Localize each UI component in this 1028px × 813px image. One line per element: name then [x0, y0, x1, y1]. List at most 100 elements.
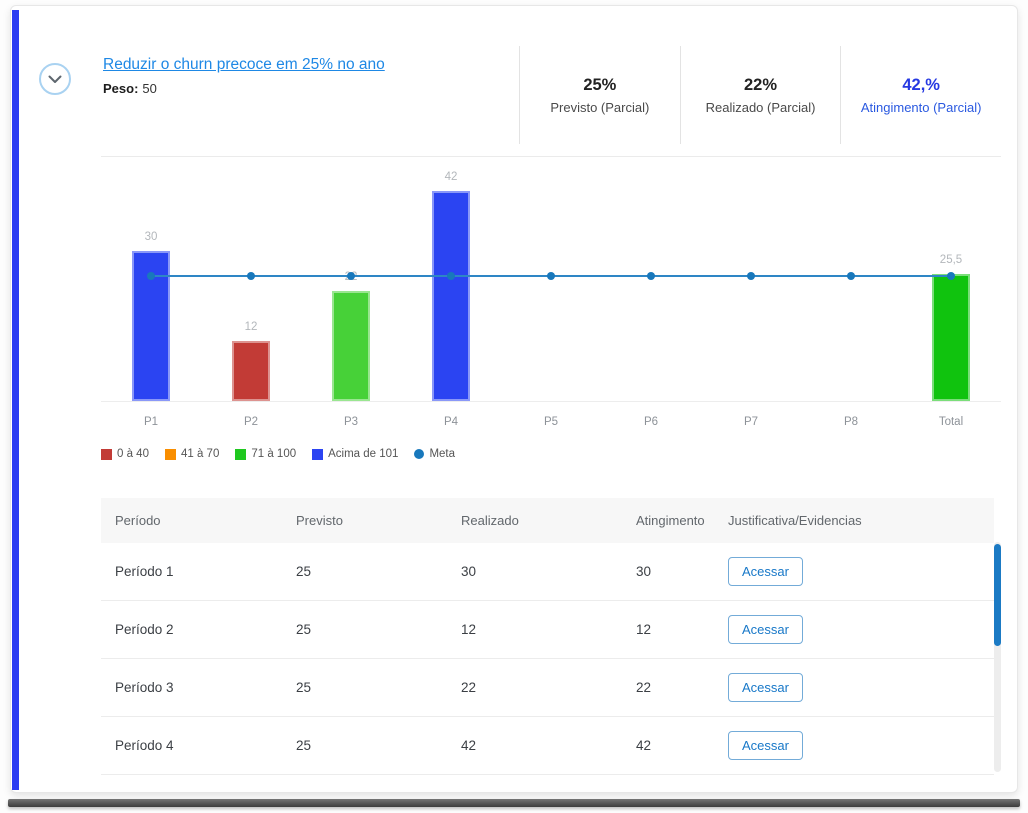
table-cell: 22: [447, 680, 622, 695]
chart-slot: [701, 166, 801, 401]
weight-value: 50: [142, 81, 156, 96]
chart-bar: [232, 341, 270, 401]
legend-label: 71 à 100: [251, 448, 296, 460]
column-header-atingimento: Atingimento: [622, 513, 714, 528]
table-cell: Período 1: [101, 564, 282, 579]
legend-item: 71 à 100: [235, 448, 296, 460]
table-cell: 25: [282, 738, 447, 753]
chart-bar: [432, 191, 470, 401]
meta-point: [747, 272, 755, 280]
table-cell: 30: [447, 564, 622, 579]
legend-item: Acima de 101: [312, 448, 398, 460]
bar-value-label: 30: [101, 231, 201, 243]
chart-legend: 0 à 40 41 à 70 71 à 100 Acima de 101 Meta: [101, 448, 455, 460]
meta-point: [547, 272, 555, 280]
table-cell: 12: [622, 622, 714, 637]
acessar-button[interactable]: Acessar: [728, 557, 803, 586]
window-bottom-edge: [8, 799, 1020, 807]
meta-point: [147, 272, 155, 280]
table-cell: 25: [282, 564, 447, 579]
chart-slot: [601, 166, 701, 401]
chart-slot: 25,5: [901, 166, 1001, 401]
table-row: Período 4254242Acessar: [101, 716, 994, 774]
legend-item: 0 à 40: [101, 448, 149, 460]
chart-slot: 30: [101, 166, 201, 401]
table-cell-action: Acessar: [714, 557, 994, 586]
table-cell-action: Acessar: [714, 673, 994, 702]
table-row: Período 3252222Acessar: [101, 658, 994, 716]
chart-category-label: P6: [601, 402, 701, 438]
goal-header: Reduzir o churn precoce em 25% no ano Pe…: [103, 56, 385, 96]
stat-realizado: 22% Realizado (Parcial): [680, 46, 841, 144]
table-cell: Período 4: [101, 738, 282, 753]
acessar-button[interactable]: Acessar: [728, 673, 803, 702]
table-cell: 42: [447, 738, 622, 753]
chart-category-label: P1: [101, 402, 201, 438]
stat-atingimento-label: Atingimento (Parcial): [861, 100, 982, 115]
table-cell-action: Acessar: [714, 615, 994, 644]
bar-value-label: 42: [401, 171, 501, 183]
table-cell: 25: [282, 680, 447, 695]
collapse-toggle-button[interactable]: [39, 63, 71, 95]
chart-slot: [501, 166, 601, 401]
legend-item: Meta: [414, 448, 455, 460]
meta-point: [647, 272, 655, 280]
meta-point: [447, 272, 455, 280]
table-header-row: Período Previsto Realizado Atingimento J…: [101, 498, 994, 543]
weight-label: Peso:: [103, 81, 138, 96]
table-cell: Período 2: [101, 622, 282, 637]
chart-category-label: P7: [701, 402, 801, 438]
column-header-realizado: Realizado: [447, 513, 622, 528]
left-accent-bar: [12, 10, 19, 790]
meta-point: [347, 272, 355, 280]
table-cell: Período 3: [101, 680, 282, 695]
legend-swatch-square: [312, 449, 323, 460]
stat-atingimento: 42,% Atingimento (Parcial): [840, 46, 1001, 144]
summary-stats: 25% Previsto (Parcial) 22% Realizado (Pa…: [519, 46, 1001, 144]
stat-atingimento-value: 42,%: [902, 76, 940, 95]
periods-table: Período Previsto Realizado Atingimento J…: [101, 498, 994, 775]
legend-swatch-square: [235, 449, 246, 460]
chart-category-label: P8: [801, 402, 901, 438]
atingimento-chart: 3012224225,5 P1P2P3P4P5P6P7P8Total: [101, 166, 1001, 438]
chart-category-label: P3: [301, 402, 401, 438]
legend-item: 41 à 70: [165, 448, 219, 460]
table-cell: 25: [282, 622, 447, 637]
header-separator: [101, 156, 1001, 157]
legend-label: 0 à 40: [117, 448, 149, 460]
chart-slot: [801, 166, 901, 401]
table-body: Período 1253030AcessarPeríodo 2251212Ace…: [101, 543, 994, 774]
meta-point: [247, 272, 255, 280]
table-cell: 12: [447, 622, 622, 637]
chart-slot: 12: [201, 166, 301, 401]
chart-plot: 3012224225,5: [101, 166, 1001, 402]
goal-weight: Peso: 50: [103, 81, 385, 96]
meta-point: [847, 272, 855, 280]
legend-label: 41 à 70: [181, 448, 219, 460]
chart-bar: [332, 291, 370, 401]
chevron-down-icon: [48, 75, 62, 84]
column-header-justificativa: Justificativa/Evidencias: [714, 513, 994, 528]
acessar-button[interactable]: Acessar: [728, 615, 803, 644]
goal-title-link[interactable]: Reduzir o churn precoce em 25% no ano: [103, 56, 385, 74]
chart-xlabels: P1P2P3P4P5P6P7P8Total: [101, 402, 1001, 438]
table-row: Período 2251212Acessar: [101, 600, 994, 658]
chart-category-label: Total: [901, 402, 1001, 438]
table-cell: 42: [622, 738, 714, 753]
acessar-button[interactable]: Acessar: [728, 731, 803, 760]
column-header-periodo: Período: [101, 513, 282, 528]
table-scrollbar-thumb[interactable]: [994, 544, 1001, 646]
legend-swatch-circle: [414, 449, 424, 459]
stat-realizado-value: 22%: [744, 76, 777, 95]
chart-slot: 42: [401, 166, 501, 401]
meta-point: [947, 272, 955, 280]
stat-realizado-label: Realizado (Parcial): [706, 100, 816, 115]
table-cell-action: Acessar: [714, 731, 994, 760]
bar-value-label: 12: [201, 321, 301, 333]
legend-label: Meta: [429, 448, 455, 460]
goal-card: Reduzir o churn precoce em 25% no ano Pe…: [10, 5, 1018, 793]
table-cell: 30: [622, 564, 714, 579]
table-cell: 22: [622, 680, 714, 695]
chart-category-label: P5: [501, 402, 601, 438]
column-header-previsto: Previsto: [282, 513, 447, 528]
